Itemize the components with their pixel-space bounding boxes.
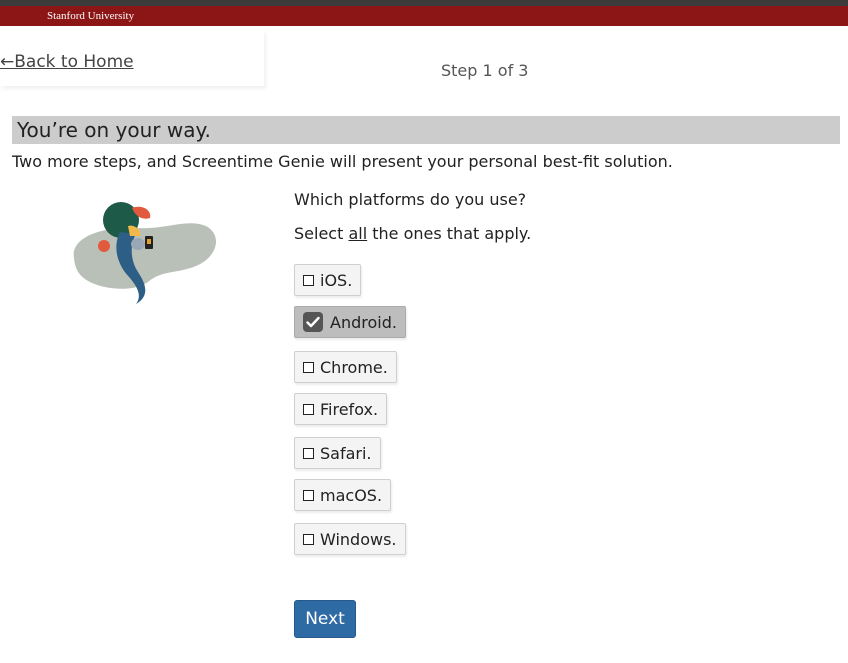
option-ios[interactable]: iOS. — [294, 264, 362, 296]
option-firefox[interactable]: Firefox. — [294, 393, 388, 425]
checkbox-unchecked[interactable] — [303, 533, 314, 545]
genie-illustration — [73, 202, 217, 304]
option-label: Android. — [330, 312, 397, 332]
option-label: iOS. — [320, 270, 353, 290]
option-macos[interactable]: macOS. — [294, 479, 392, 511]
next-button[interactable]: Next — [294, 600, 356, 638]
option-chrome[interactable]: Chrome. — [294, 351, 397, 383]
option-label: Chrome. — [320, 357, 388, 377]
checkbox-unchecked[interactable] — [303, 274, 314, 286]
back-to-home-link[interactable]: ←Back to Home — [0, 51, 134, 73]
page-title: You’re on your way. — [17, 118, 211, 142]
brand-bar: Stanford University — [0, 6, 848, 26]
instruction-text: Select all the ones that apply. — [294, 224, 532, 243]
platform-question: Which platforms do you use? — [294, 190, 527, 209]
brand-label: Stanford University — [47, 10, 135, 22]
checkmark-icon[interactable] — [303, 312, 323, 332]
banner: You’re on your way. — [12, 116, 840, 144]
option-label: Firefox. — [320, 399, 379, 419]
checkbox-unchecked[interactable] — [303, 447, 314, 459]
page-subtitle: Two more steps, and Screentime Genie wil… — [12, 152, 673, 171]
option-label: macOS. — [320, 485, 383, 505]
option-safari[interactable]: Safari. — [294, 437, 381, 469]
checkbox-unchecked[interactable] — [303, 489, 314, 501]
option-windows[interactable]: Windows. — [294, 523, 406, 555]
checkbox-unchecked[interactable] — [303, 403, 314, 415]
option-android[interactable]: Android. — [294, 306, 406, 338]
checkbox-unchecked[interactable] — [303, 361, 314, 373]
option-label: Safari. — [320, 443, 372, 463]
option-label: Windows. — [320, 529, 397, 549]
step-indicator: Step 1 of 3 — [441, 61, 529, 80]
